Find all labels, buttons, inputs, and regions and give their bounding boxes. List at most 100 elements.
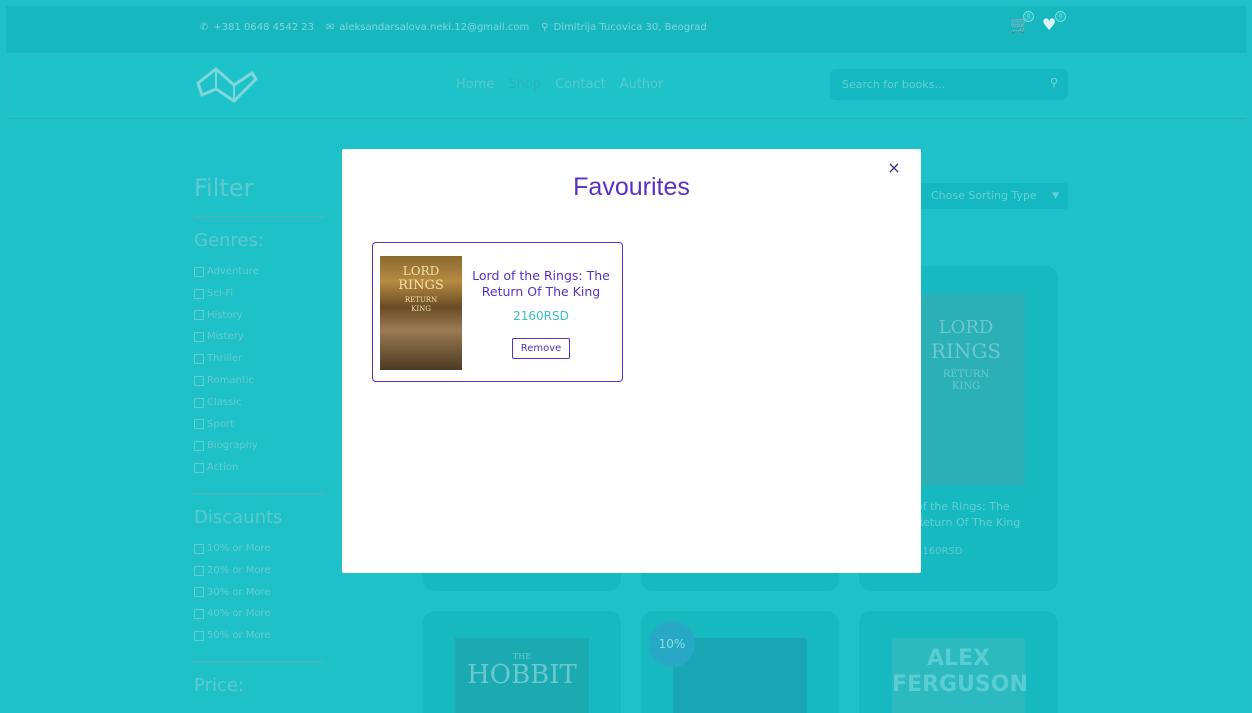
checkbox[interactable] bbox=[194, 587, 204, 598]
chevron-down-icon: ▼ bbox=[1052, 191, 1059, 201]
cover-text: ALEX bbox=[926, 646, 991, 671]
sort-selected: Chose Sorting Type bbox=[931, 189, 1037, 202]
genre-option[interactable]: Classic bbox=[194, 392, 334, 414]
genre-option[interactable]: Thriller bbox=[194, 348, 334, 370]
checkbox[interactable] bbox=[194, 266, 204, 277]
cover-text: KING bbox=[411, 305, 431, 313]
checkbox[interactable] bbox=[194, 310, 204, 321]
book-cover-image: LORD RINGS RETURN KING bbox=[380, 256, 462, 370]
discount-badge: 10% bbox=[649, 621, 695, 667]
checkbox[interactable] bbox=[194, 565, 204, 576]
checkbox[interactable] bbox=[194, 463, 204, 474]
nav-author[interactable]: Author bbox=[620, 77, 664, 92]
discount-option[interactable]: 50% or More bbox=[194, 625, 334, 647]
checkbox[interactable] bbox=[194, 441, 204, 452]
genre-option[interactable]: Action bbox=[194, 457, 334, 479]
discount-option[interactable]: 20% or More bbox=[194, 560, 334, 582]
discount-label: 10% or More bbox=[207, 542, 271, 554]
search-icon[interactable]: ⚲ bbox=[1050, 76, 1058, 89]
product-title-line: of the Rings: The bbox=[916, 500, 1010, 513]
cart-icon[interactable]: 🛒 0 bbox=[1010, 11, 1034, 34]
divider bbox=[194, 216, 324, 218]
remove-button[interactable]: Remove bbox=[511, 338, 571, 359]
genre-option[interactable]: Sci-Fi bbox=[194, 283, 334, 305]
genre-label: Action bbox=[207, 462, 239, 474]
cover-text: RINGS bbox=[398, 278, 444, 293]
checkbox[interactable] bbox=[194, 288, 204, 299]
discount-option[interactable]: 10% or More bbox=[194, 538, 334, 560]
main-nav: Home Shop Contact Author Search for book… bbox=[6, 53, 1246, 119]
discount-label: 30% or More bbox=[207, 586, 271, 598]
checkbox[interactable] bbox=[194, 397, 204, 408]
discount-option[interactable]: 30% or More bbox=[194, 582, 334, 604]
genre-option[interactable]: Adventure bbox=[194, 261, 334, 283]
checkbox[interactable] bbox=[194, 332, 204, 343]
checkbox[interactable] bbox=[194, 631, 204, 642]
modal-title: Favourites bbox=[573, 173, 690, 201]
cover-text: FERGUSON bbox=[892, 672, 1028, 697]
email-text[interactable]: aleksandarsalova.neki.12@gmail.com bbox=[339, 22, 529, 33]
product-price: 2160RSD bbox=[916, 546, 963, 557]
discount-label: 20% or More bbox=[207, 564, 271, 576]
genre-label: Adventure bbox=[207, 266, 259, 277]
cover-text: LORD bbox=[402, 264, 440, 278]
favourites-modal: Favourites × LORD RINGS RETURN KING Lord… bbox=[342, 149, 921, 573]
nav-shop[interactable]: Shop bbox=[508, 77, 541, 92]
location-icon: ⚲ bbox=[541, 22, 549, 33]
genre-option[interactable]: Sport bbox=[194, 414, 334, 436]
discount-label: 40% or More bbox=[207, 608, 271, 620]
sort-select[interactable]: Chose Sorting Type ▼ bbox=[914, 183, 1068, 209]
favourite-item: LORD RINGS RETURN KING Lord of the Rings… bbox=[372, 242, 623, 382]
address-text: Dimitrija Tucovica 30, Beograd bbox=[553, 22, 707, 33]
cover-text: HOBBIT bbox=[467, 660, 577, 690]
genre-label: Mistery bbox=[207, 331, 244, 343]
page-background: ✆ +381 0648 4542 23 ✉ aleksandarsalova.n… bbox=[6, 6, 1246, 713]
divider bbox=[194, 660, 324, 663]
product-card[interactable]: ALEX FERGUSON bbox=[859, 611, 1058, 713]
cover-text: RETURN bbox=[404, 296, 438, 304]
divider bbox=[194, 492, 324, 495]
book-cover: LORD RINGS RETURN KING bbox=[907, 293, 1025, 486]
cover-text: LORD bbox=[938, 317, 994, 338]
genre-option[interactable]: Biography bbox=[194, 435, 334, 457]
mail-icon: ✉ bbox=[326, 22, 335, 33]
product-title-line: Return Of The King bbox=[916, 516, 1021, 529]
cover-text: RINGS bbox=[930, 339, 1002, 363]
filter-sidebar: Filter Genres: Adventure Sci-Fi History … bbox=[194, 174, 334, 706]
product-title[interactable]: of the Rings: The Return Of The King bbox=[916, 499, 1020, 531]
favourite-title[interactable]: Lord of the Rings: The Return Of The Kin… bbox=[465, 268, 617, 300]
phone-info: ✆ +381 0648 4542 23 bbox=[200, 22, 314, 33]
genre-label: Sci-Fi bbox=[207, 287, 234, 299]
search-input[interactable]: Search for books... ⚲ bbox=[830, 69, 1068, 100]
checkbox[interactable] bbox=[194, 375, 204, 386]
cover-text: KING bbox=[951, 381, 981, 392]
cover-text: RETURN bbox=[942, 369, 990, 380]
checkbox[interactable] bbox=[194, 609, 204, 620]
price-title: Price: bbox=[194, 674, 244, 696]
checkbox[interactable] bbox=[194, 354, 204, 365]
genre-option[interactable]: Mistery bbox=[194, 326, 334, 348]
phone-icon: ✆ bbox=[200, 22, 209, 33]
discount-label: 50% or More bbox=[207, 630, 271, 642]
genres-title: Genres: bbox=[194, 230, 264, 251]
email-info[interactable]: ✉ aleksandarsalova.neki.12@gmail.com bbox=[326, 22, 529, 33]
genre-option[interactable]: History bbox=[194, 305, 334, 327]
checkbox[interactable] bbox=[194, 543, 204, 554]
discounts-title: Discaunts bbox=[194, 506, 283, 528]
genre-label: Thriller bbox=[207, 353, 243, 365]
book-logo-icon[interactable] bbox=[194, 65, 258, 105]
phone-text: +381 0648 4542 23 bbox=[213, 22, 315, 33]
close-icon[interactable]: × bbox=[886, 160, 902, 176]
discount-option[interactable]: 40% or More bbox=[194, 603, 334, 625]
favourite-info: Lord of the Rings: The Return Of The Kin… bbox=[465, 268, 617, 359]
product-card[interactable]: 10% bbox=[641, 611, 839, 713]
genre-label: History bbox=[207, 309, 243, 321]
nav-contact[interactable]: Contact bbox=[555, 77, 606, 92]
checkbox[interactable] bbox=[194, 419, 204, 430]
heart-icon[interactable]: ♥ 0 bbox=[1042, 11, 1066, 34]
genre-option[interactable]: Romantic bbox=[194, 370, 334, 392]
nav-home[interactable]: Home bbox=[456, 77, 494, 92]
address-info: ⚲ Dimitrija Tucovica 30, Beograd bbox=[541, 22, 706, 33]
book-cover: ALEX FERGUSON bbox=[892, 638, 1028, 713]
product-card[interactable]: THE HOBBIT bbox=[423, 611, 621, 713]
